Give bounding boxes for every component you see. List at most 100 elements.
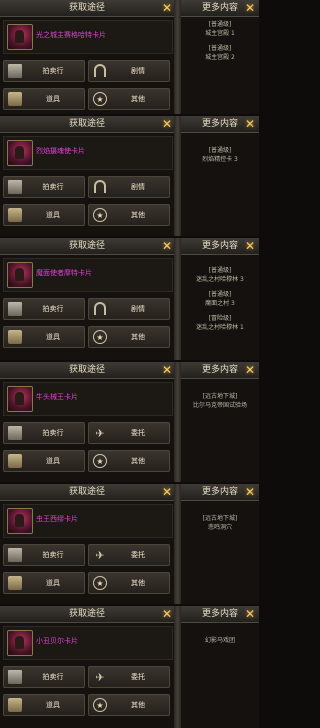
item-chest-icon	[8, 92, 22, 106]
other-star-icon: ★	[93, 454, 107, 468]
dungeon-info-line[interactable]: [远古地下城]	[183, 392, 257, 401]
other-button[interactable]: ★ 其他	[88, 326, 170, 348]
dungeon-info-line[interactable]: [普通级]	[183, 290, 257, 299]
dungeon-info-line[interactable]: 迷乱之村哈穆林 1	[183, 323, 257, 332]
close-icon[interactable]: ✕	[243, 485, 257, 499]
dungeon-info-line[interactable]: [远古地下城]	[183, 514, 257, 523]
item-chest-icon	[8, 208, 22, 222]
story-button[interactable]: 剧情	[88, 60, 170, 82]
button-label: 剧情	[131, 67, 145, 75]
button-label: 剧情	[131, 305, 145, 313]
other-star-icon: ★	[93, 92, 107, 106]
commission-button[interactable]: ✈ 委托	[88, 422, 170, 444]
more-content-list: [普通级] 烈焰精控卡 3	[183, 146, 257, 164]
dungeon-info-line[interactable]: [冒险级]	[183, 314, 257, 323]
acquire-route-header: 获取途径	[0, 606, 174, 623]
items-button[interactable]: 道具	[3, 88, 85, 110]
more-content-list: [远古地下城] 比尔马克帝国试验场	[183, 392, 257, 410]
close-icon[interactable]: ✕	[160, 239, 174, 253]
dungeon-info-line[interactable]: [普通级]	[183, 20, 257, 29]
other-button[interactable]: ★ 其他	[88, 88, 170, 110]
auction-button[interactable]: 拍卖行	[3, 60, 85, 82]
button-label: 拍卖行	[42, 67, 64, 75]
source-panel: 获取途径 ✕ 更多内容 ✕ 牛头械王卡片 拍卖行 ✈ 委托 道具 ★ 其他 [远古地下城] 比尔马克帝国…	[0, 362, 259, 482]
panel-divider	[174, 238, 181, 360]
button-label: 其他	[131, 701, 145, 709]
button-label: 其他	[131, 457, 145, 465]
card-item-row[interactable]: 小丑贝尔卡片	[3, 626, 173, 660]
button-label: 剧情	[131, 183, 145, 191]
other-button[interactable]: ★ 其他	[88, 572, 170, 594]
items-button[interactable]: 道具	[3, 450, 85, 472]
auction-button[interactable]: 拍卖行	[3, 666, 85, 688]
button-label: 道具	[46, 457, 60, 465]
card-item-row[interactable]: 虫王西缪卡片	[3, 504, 173, 538]
app-root: 获取途径 ✕ 更多内容 ✕ 光之城主赛格哈特卡片 拍卖行 剧情 道具 ★ 其他 [普通级] 城主宫殿 …	[0, 0, 259, 728]
acquire-route-header: 获取途径	[0, 484, 174, 501]
card-item-name: 虫王西缪卡片	[36, 515, 78, 523]
items-button[interactable]: 道具	[3, 326, 85, 348]
panel-divider	[174, 484, 181, 604]
commission-button[interactable]: ✈ 委托	[88, 666, 170, 688]
close-icon[interactable]: ✕	[160, 485, 174, 499]
dungeon-info-line[interactable]: 幻影马戏团	[183, 636, 257, 645]
button-label: 拍卖行	[42, 183, 64, 191]
dungeon-info-line[interactable]: 城主宫殿 2	[183, 53, 257, 62]
card-portrait-icon	[7, 630, 33, 656]
auction-icon	[8, 64, 22, 78]
story-button[interactable]: 剧情	[88, 298, 170, 320]
close-icon[interactable]: ✕	[243, 363, 257, 377]
auction-button[interactable]: 拍卖行	[3, 298, 85, 320]
auction-button[interactable]: 拍卖行	[3, 422, 85, 444]
dungeon-info-line[interactable]: [普通级]	[183, 146, 257, 155]
dungeon-info-line[interactable]: [普通级]	[183, 44, 257, 53]
card-portrait-icon	[7, 24, 33, 50]
acquire-route-header: 获取途径	[0, 238, 174, 255]
card-item-row[interactable]: 魔面使者摩特卡片	[3, 258, 173, 292]
items-button[interactable]: 道具	[3, 204, 85, 226]
other-button[interactable]: ★ 其他	[88, 450, 170, 472]
other-star-icon: ★	[93, 330, 107, 344]
button-label: 道具	[46, 333, 60, 341]
acquire-route-header: 获取途径	[0, 0, 174, 17]
item-chest-icon	[8, 698, 22, 712]
more-content-list: [远古地下城] 悲鸣洞穴	[183, 514, 257, 532]
close-icon[interactable]: ✕	[243, 239, 257, 253]
panel-divider	[174, 116, 181, 236]
card-item-row[interactable]: 牛头械王卡片	[3, 382, 173, 416]
dungeon-info-line[interactable]: 城主宫殿 1	[183, 29, 257, 38]
close-icon[interactable]: ✕	[160, 363, 174, 377]
item-chest-icon	[8, 576, 22, 590]
auction-button[interactable]: 拍卖行	[3, 544, 85, 566]
commission-button[interactable]: ✈ 委托	[88, 544, 170, 566]
other-star-icon: ★	[93, 698, 107, 712]
close-icon[interactable]: ✕	[160, 117, 174, 131]
story-gate-icon	[94, 302, 106, 315]
other-button[interactable]: ★ 其他	[88, 204, 170, 226]
button-label: 委托	[131, 551, 145, 559]
acquire-route-header: 获取途径	[0, 362, 174, 379]
auction-button[interactable]: 拍卖行	[3, 176, 85, 198]
story-button[interactable]: 剧情	[88, 176, 170, 198]
dungeon-info-line[interactable]: 迷乱之村哈穆林 3	[183, 275, 257, 284]
auction-icon	[8, 426, 22, 440]
auction-icon	[8, 302, 22, 316]
items-button[interactable]: 道具	[3, 694, 85, 716]
dungeon-info-line[interactable]: [普通级]	[183, 266, 257, 275]
close-icon[interactable]: ✕	[243, 117, 257, 131]
story-gate-icon	[94, 64, 106, 77]
close-icon[interactable]: ✕	[160, 1, 174, 15]
close-icon[interactable]: ✕	[243, 607, 257, 621]
close-icon[interactable]: ✕	[160, 607, 174, 621]
auction-icon	[8, 670, 22, 684]
button-label: 拍卖行	[42, 429, 64, 437]
items-button[interactable]: 道具	[3, 572, 85, 594]
card-item-row[interactable]: 光之城主赛格哈特卡片	[3, 20, 173, 54]
close-icon[interactable]: ✕	[243, 1, 257, 15]
dungeon-info-line[interactable]: 魔面之村 3	[183, 299, 257, 308]
dungeon-info-line[interactable]: 烈焰精控卡 3	[183, 155, 257, 164]
card-item-row[interactable]: 烈焰摄魂使卡片	[3, 136, 173, 170]
other-button[interactable]: ★ 其他	[88, 694, 170, 716]
dungeon-info-line[interactable]: 悲鸣洞穴	[183, 523, 257, 532]
dungeon-info-line[interactable]: 比尔马克帝国试验场	[183, 401, 257, 410]
